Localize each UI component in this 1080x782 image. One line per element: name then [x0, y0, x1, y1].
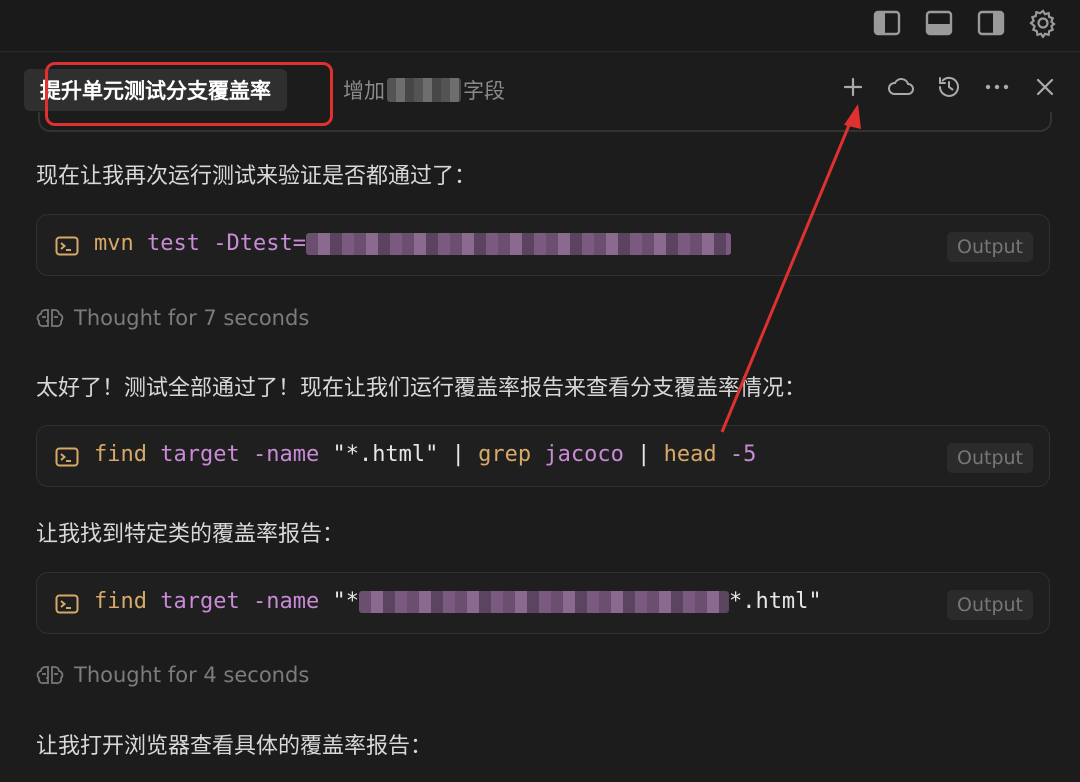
previous-card-edge: [38, 112, 1052, 132]
cmd-name: mvn: [94, 231, 134, 256]
redacted-text: [305, 232, 731, 255]
cmd-pipe: |: [451, 442, 465, 467]
cmd-arg: jacoco: [544, 442, 624, 467]
redacted-text: [387, 78, 461, 102]
cmd-string: "*: [332, 589, 359, 614]
thought-label: Thought for 7 seconds: [74, 306, 310, 330]
more-icon[interactable]: [982, 72, 1012, 102]
cmd-pipe: |: [637, 442, 651, 467]
thought-indicator[interactable]: Thought for 7 seconds: [36, 306, 309, 330]
command-code: find target -name "*.html" | grep jacoco…: [94, 442, 756, 467]
command-block[interactable]: find target -name "*.html" | grep jacoco…: [36, 425, 1050, 487]
cmd-name: head: [663, 442, 717, 467]
cmd-name: find: [94, 442, 147, 467]
tab-inactive[interactable]: 增加 字段: [343, 69, 505, 111]
layout-toggles: [872, 8, 1058, 38]
cmd-arg: -Dtest=: [213, 231, 306, 256]
cmd-arg: target: [160, 589, 240, 614]
sidebar-left-icon[interactable]: [872, 8, 902, 38]
message-text: 太好了！测试全部通过了！现在让我们运行覆盖率报告来查看分支覆盖率情况：: [36, 376, 807, 401]
cmd-arg: -name: [252, 589, 320, 614]
top-bar: [0, 0, 1080, 52]
command-code: mvn test -Dtest=: [94, 231, 731, 256]
command-block[interactable]: mvn test -Dtest= Output: [36, 214, 1050, 276]
cmd-string: "*.html": [332, 442, 439, 467]
output-button[interactable]: Output: [947, 590, 1033, 620]
plus-icon[interactable]: [838, 72, 868, 102]
output-button[interactable]: Output: [947, 232, 1033, 262]
tab-inactive-suffix: 字段: [463, 79, 505, 103]
thought-label: Thought for 4 seconds: [74, 663, 310, 687]
cmd-arg: test: [147, 231, 200, 256]
cmd-arg: target: [160, 442, 240, 467]
history-icon[interactable]: [934, 72, 964, 102]
terminal-icon: [55, 236, 79, 256]
cloud-icon[interactable]: [886, 72, 916, 102]
message-text: 让我打开浏览器查看具体的覆盖率报告：: [36, 734, 433, 759]
message-text: 现在让我再次运行测试来验证是否都通过了：: [36, 164, 477, 189]
cmd-string: *.html": [728, 589, 822, 614]
command-block[interactable]: find target -name "* *.html" Output: [36, 572, 1050, 634]
cmd-name: find: [94, 589, 147, 614]
gear-icon[interactable]: [1028, 8, 1058, 38]
brain-icon: [36, 309, 64, 328]
chat-actions: [838, 72, 1060, 102]
brain-icon: [36, 666, 64, 685]
message-text: 让我找到特定类的覆盖率报告：: [36, 522, 345, 547]
terminal-icon: [55, 447, 79, 467]
thought-indicator[interactable]: Thought for 4 seconds: [36, 663, 309, 687]
cmd-arg: -name: [252, 442, 320, 467]
redacted-text: [358, 590, 729, 613]
sidebar-right-icon[interactable]: [976, 8, 1006, 38]
tab-inactive-prefix: 增加: [343, 79, 385, 103]
cmd-arg: -5: [729, 442, 757, 467]
panel-bottom-icon[interactable]: [924, 8, 954, 38]
command-code: find target -name "* *.html": [94, 589, 822, 614]
cmd-name: grep: [478, 442, 532, 467]
terminal-icon: [55, 594, 79, 614]
close-icon[interactable]: [1030, 72, 1060, 102]
output-button[interactable]: Output: [947, 443, 1033, 473]
